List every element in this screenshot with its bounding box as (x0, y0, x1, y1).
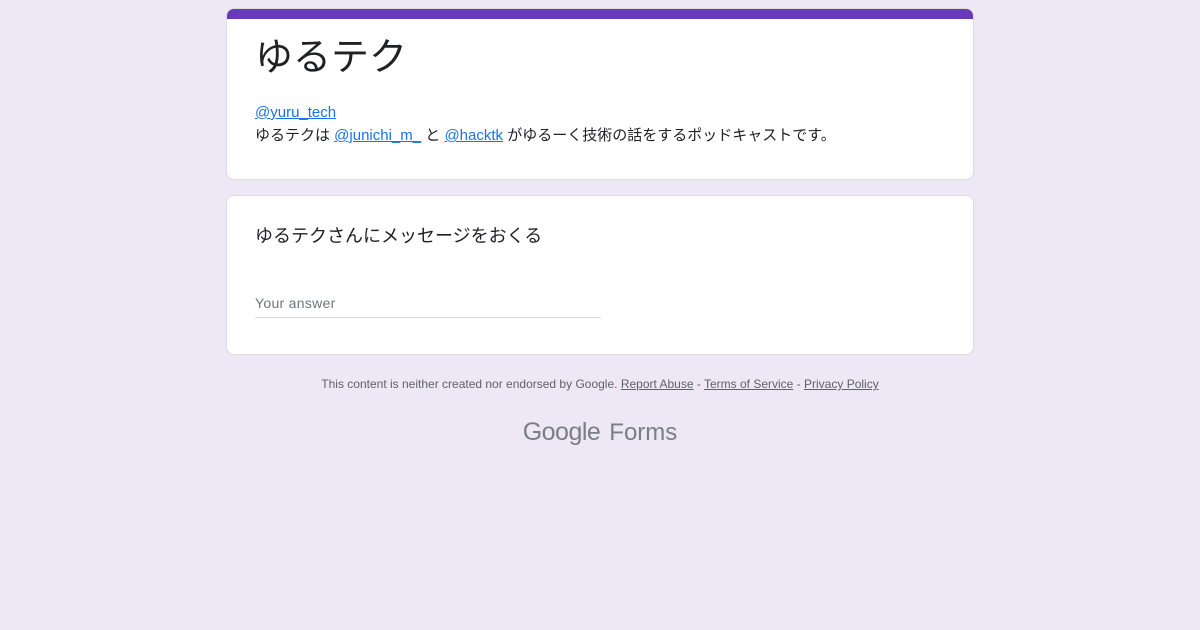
description-between: と (421, 127, 445, 144)
footer-separator: - (693, 377, 704, 391)
report-abuse-link[interactable]: Report Abuse (621, 377, 694, 391)
question-label: ゆるテクさんにメッセージをおくる (255, 226, 543, 246)
answer-input[interactable] (255, 288, 601, 318)
footer-separator: - (793, 377, 805, 391)
form-accent-bar (227, 9, 973, 19)
footer-disclaimer: This content is neither created nor endo… (321, 377, 621, 391)
form-title: ゆるテク (255, 37, 408, 79)
form-description: @yuru_tech ゆるテクは @junichi_m_ と @hacktk が… (255, 101, 945, 147)
hacktk-link[interactable]: @hacktk (444, 127, 503, 144)
footer: This content is neither created nor endo… (226, 376, 974, 392)
yuru-tech-link[interactable]: @yuru_tech (255, 104, 336, 121)
google-wordmark: Google (522, 418, 601, 446)
privacy-policy-link[interactable]: Privacy Policy (804, 377, 879, 391)
google-forms-logo[interactable]: Google Forms (0, 416, 1200, 449)
forms-wordmark: Forms (609, 419, 678, 446)
junichi-link[interactable]: @junichi_m_ (334, 127, 421, 144)
description-suffix: がゆるーく技術の話をするポッドキャストです。 (503, 127, 836, 144)
question-card: ゆるテクさんにメッセージをおくる (226, 195, 974, 355)
description-prefix: ゆるテクは (255, 127, 335, 144)
form-header-card: ゆるテク @yuru_tech ゆるテクは @junichi_m_ と @hac… (226, 8, 974, 180)
terms-of-service-link[interactable]: Terms of Service (704, 377, 793, 391)
